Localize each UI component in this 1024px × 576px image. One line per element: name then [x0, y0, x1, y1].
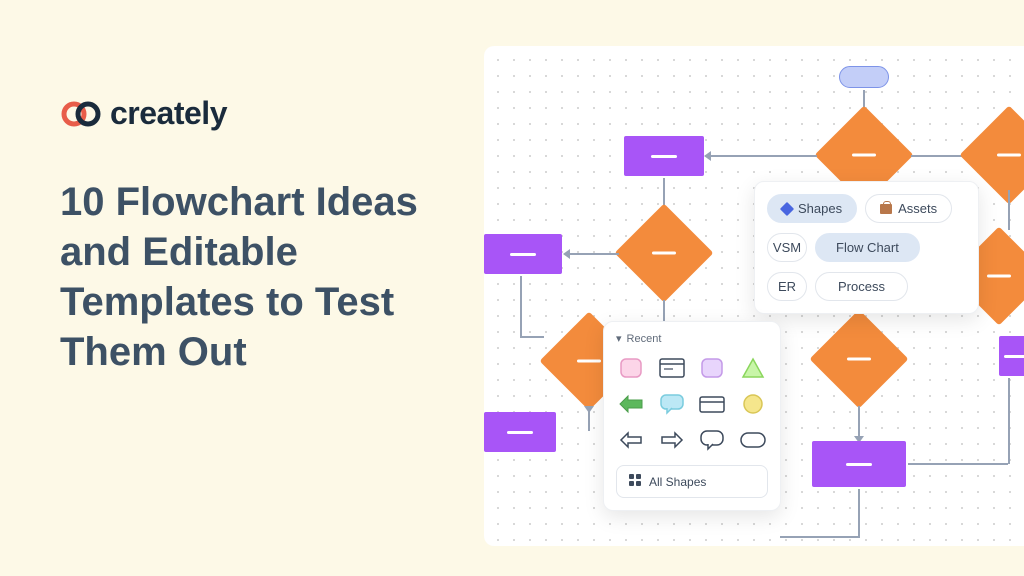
logo-mark-icon [60, 100, 102, 128]
recent-shapes-panel[interactable]: ▾ Recent All Shapes [603, 321, 781, 511]
connector [908, 463, 1008, 465]
tab-label: Shapes [798, 201, 842, 216]
flowchart-decision-node[interactable] [829, 120, 899, 190]
connector [710, 155, 817, 157]
arrowhead-icon [563, 249, 570, 259]
flowchart-decision-node[interactable] [974, 120, 1024, 190]
connector [520, 276, 522, 336]
category-process[interactable]: Process [815, 272, 908, 301]
flowchart-canvas[interactable]: Shapes Assets VSM Flow Chart ER Process … [484, 46, 1024, 546]
shape-triangle-icon[interactable] [738, 355, 769, 381]
shape-arrow-left-outline-icon[interactable] [616, 427, 647, 453]
content-left: creately 10 Flowchart Ideas and Editable… [60, 95, 440, 377]
flowchart-process-node[interactable] [484, 234, 562, 274]
tab-shapes[interactable]: Shapes [767, 194, 857, 223]
shape-arrow-left-green-icon[interactable] [616, 391, 647, 417]
arrowhead-icon [704, 151, 711, 161]
tab-label: Assets [898, 201, 937, 216]
shape-pill-outline-icon[interactable] [738, 427, 769, 453]
flowchart-decision-node[interactable] [824, 324, 894, 394]
shape-card-icon[interactable] [657, 355, 688, 381]
recent-label: Recent [627, 333, 662, 345]
arrowhead-icon [584, 406, 594, 413]
flowchart-process-node[interactable] [812, 441, 906, 487]
category-vsm[interactable]: VSM [767, 233, 807, 262]
shapes-panel[interactable]: Shapes Assets VSM Flow Chart ER Process [754, 181, 979, 314]
shape-rounded-purple-icon[interactable] [697, 355, 728, 381]
shape-card-alt-icon[interactable] [697, 391, 728, 417]
tab-assets[interactable]: Assets [865, 194, 952, 223]
flowchart-process-node[interactable] [484, 412, 556, 452]
caret-down-icon: ▾ [616, 332, 622, 345]
diamond-icon [780, 201, 794, 215]
connector [858, 489, 860, 537]
connector [569, 253, 619, 255]
all-shapes-label: All Shapes [649, 475, 706, 489]
logo-text: creately [110, 95, 227, 132]
connector [520, 336, 544, 338]
page-title: 10 Flowchart Ideas and Editable Template… [60, 177, 440, 377]
category-flowchart[interactable]: Flow Chart [815, 233, 920, 262]
all-shapes-button[interactable]: All Shapes [616, 465, 768, 498]
connector [858, 406, 860, 438]
connector [1008, 378, 1010, 464]
recent-header[interactable]: ▾ Recent [616, 332, 768, 345]
connector [780, 536, 860, 538]
flowchart-process-node[interactable] [624, 136, 704, 176]
shape-speech-bubble-icon[interactable] [657, 391, 688, 417]
connector [1008, 190, 1010, 230]
briefcase-icon [880, 204, 892, 214]
shape-arrow-right-outline-icon[interactable] [657, 427, 688, 453]
shape-grid [616, 355, 768, 453]
category-er[interactable]: ER [767, 272, 807, 301]
flowchart-start-node[interactable] [839, 66, 889, 88]
shape-speech-outline-icon[interactable] [697, 427, 728, 453]
logo: creately [60, 95, 440, 132]
flowchart-decision-node[interactable] [629, 218, 699, 288]
grid-icon [629, 474, 641, 489]
shape-rounded-pink-icon[interactable] [616, 355, 647, 381]
flowchart-process-node[interactable] [999, 336, 1024, 376]
shape-circle-yellow-icon[interactable] [738, 391, 769, 417]
